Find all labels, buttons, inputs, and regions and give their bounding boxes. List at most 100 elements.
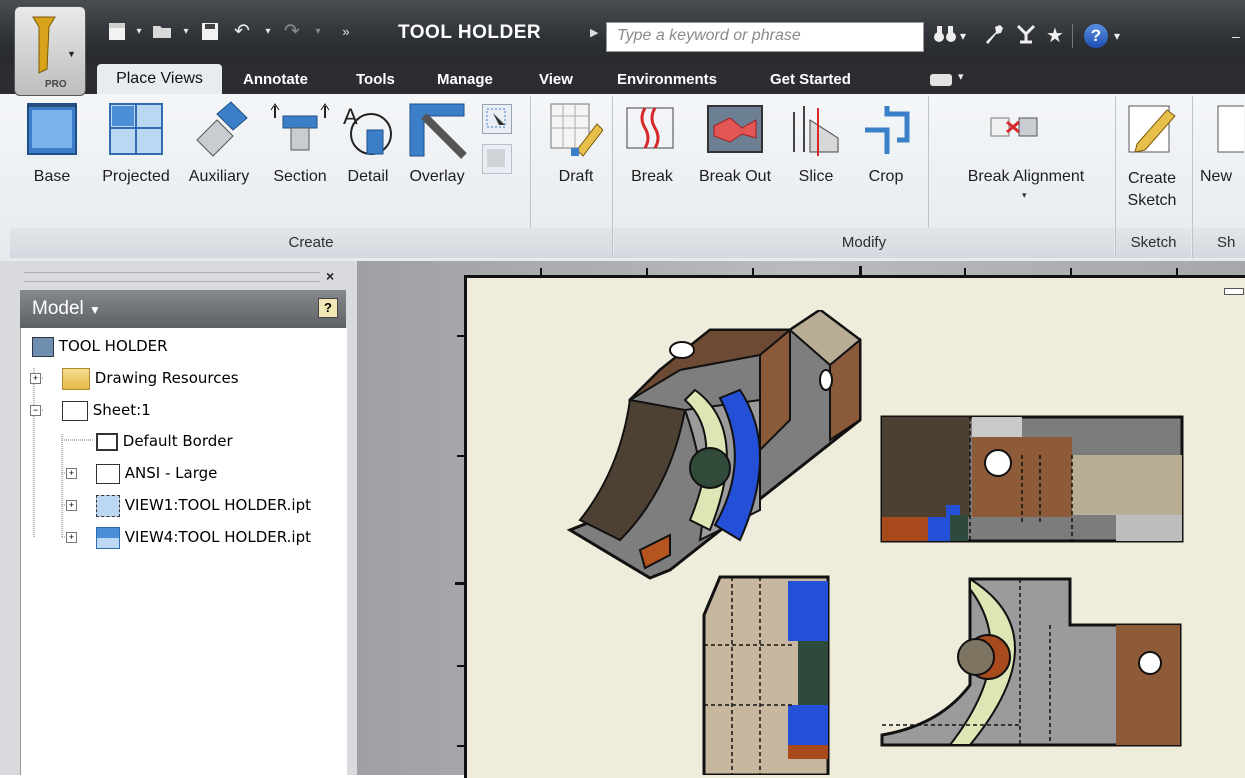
slice-button[interactable]	[788, 100, 844, 165]
tab-annotate[interactable]: Annotate	[243, 66, 308, 94]
tree-item[interactable]: Drawing Resources	[62, 366, 239, 390]
tab-place-views[interactable]: Place Views	[97, 64, 222, 96]
help-icon[interactable]: ?	[1084, 24, 1108, 48]
redo-icon[interactable]: ↷	[280, 20, 304, 44]
draft-view-label: Draft	[558, 168, 594, 185]
draft-view-button[interactable]	[545, 100, 605, 165]
tree-item[interactable]: VIEW1:TOOL HOLDER.ipt	[96, 493, 311, 517]
break-alignment-dropdown-icon[interactable]: ▾	[1022, 190, 1027, 201]
break-button[interactable]	[620, 100, 680, 165]
browser-title-text: Model	[32, 298, 84, 319]
view-select-icon[interactable]	[482, 104, 512, 134]
tree-item[interactable]: Default Border	[96, 429, 233, 453]
undo-icon[interactable]: ↶	[230, 20, 254, 44]
tab-get-started[interactable]: Get Started	[770, 66, 851, 94]
section-view-icon	[270, 103, 330, 151]
more-tools-icon[interactable]: »	[336, 20, 356, 44]
tree-item[interactable]: VIEW4:TOOL HOLDER.ipt	[96, 525, 311, 549]
border-icon	[96, 432, 118, 451]
tab-view[interactable]: View	[539, 66, 573, 94]
browser-title[interactable]: Model ▼	[32, 298, 101, 320]
auxiliary-view-button[interactable]	[185, 100, 255, 165]
tree-item[interactable]: Sheet:1	[62, 398, 151, 422]
crop-icon	[865, 106, 910, 154]
expand-icon[interactable]: +	[66, 500, 77, 511]
tree-lines	[33, 368, 94, 538]
title-block-icon	[96, 463, 120, 484]
view-edit-icon[interactable]	[482, 144, 512, 174]
logo-label: PRO	[45, 79, 67, 90]
tree-item-label: ANSI - Large	[124, 464, 218, 482]
front-section-view[interactable]	[702, 575, 832, 775]
caret-right-icon: ▶	[590, 27, 599, 39]
new-sheet-icon	[1217, 105, 1244, 153]
save-icon[interactable]	[198, 20, 222, 44]
sheets-group-label: Sh	[1193, 228, 1245, 258]
side-section-view[interactable]	[880, 415, 1185, 545]
break-alignment-icon	[990, 117, 1038, 137]
search-dropdown-icon[interactable]: ▾	[960, 22, 966, 50]
section-view-button[interactable]	[268, 100, 332, 165]
slice-icon	[793, 106, 839, 156]
tab-environments[interactable]: Environments	[617, 66, 717, 94]
border-tick	[457, 745, 464, 747]
satellite-icon[interactable]	[1014, 22, 1038, 54]
wrench-icon[interactable]	[982, 22, 1006, 54]
modify-group-label: Modify	[614, 228, 1114, 258]
expand-icon[interactable]: +	[66, 468, 77, 479]
tree-item-label: Drawing Resources	[94, 369, 239, 387]
expand-icon[interactable]: +	[30, 373, 41, 384]
border-tick	[540, 268, 542, 275]
sheet-icon	[62, 400, 88, 421]
minimize-icon[interactable]: –	[1232, 22, 1240, 50]
open-dropdown-icon[interactable]: ▾	[180, 20, 192, 44]
expand-icon[interactable]: +	[66, 532, 77, 543]
iso-section-view[interactable]	[560, 310, 870, 590]
panel-separator	[612, 96, 613, 258]
binoculars-icon[interactable]	[932, 22, 958, 54]
undo-dropdown-icon[interactable]: ▾	[262, 20, 274, 44]
redo-dropdown-icon[interactable]: ▾	[312, 20, 324, 44]
projected-view-button[interactable]	[98, 100, 174, 165]
create-sketch-button[interactable]	[1120, 100, 1184, 165]
top-section-view[interactable]	[880, 575, 1185, 775]
create-sketch-label-line2: Sketch	[1127, 192, 1177, 209]
new-sheet-label: New	[1200, 168, 1233, 185]
break-out-button[interactable]	[700, 100, 770, 165]
overlay-view-button[interactable]	[404, 100, 470, 165]
tree-item[interactable]: TOOL HOLDER	[32, 334, 168, 358]
break-out-label: Break Out	[698, 168, 772, 185]
base-view-button[interactable]	[22, 100, 82, 165]
border-tick	[646, 268, 648, 275]
create-sketch-label: Create Sketch	[1120, 168, 1184, 212]
tab-manage[interactable]: Manage	[437, 66, 493, 94]
new-sheet-button[interactable]	[1204, 100, 1244, 165]
help-dropdown-icon[interactable]: ▾	[1114, 22, 1120, 50]
base-view-icon	[96, 494, 120, 517]
crop-button[interactable]	[856, 100, 916, 165]
open-icon[interactable]	[150, 20, 176, 44]
collapse-icon[interactable]: −	[30, 405, 41, 416]
border-tick	[1176, 268, 1178, 275]
panel-grip[interactable]	[24, 272, 320, 282]
tree-item-label: TOOL HOLDER	[58, 337, 168, 355]
projected-view-icon	[96, 526, 120, 549]
application-menu-button[interactable]: ▼ PRO	[14, 6, 86, 96]
new-dropdown-icon[interactable]: ▾	[133, 20, 145, 44]
overlay-view-label: Overlay	[409, 168, 465, 185]
new-file-icon[interactable]	[105, 20, 129, 44]
camera-dropdown-icon[interactable]: ▾	[958, 70, 964, 83]
star-icon[interactable]: ★	[1046, 22, 1064, 50]
tree-item[interactable]: ANSI - Large	[96, 461, 217, 485]
border-tick	[859, 266, 862, 275]
crop-label: Crop	[868, 168, 904, 185]
tab-tools[interactable]: Tools	[356, 66, 395, 94]
camera-icon[interactable]	[930, 74, 952, 86]
auxiliary-view-label: Auxiliary	[188, 168, 250, 185]
title-block-marker	[1224, 288, 1244, 295]
detail-view-button[interactable]: A	[338, 100, 398, 167]
browser-help-icon[interactable]: ?	[318, 298, 338, 318]
break-alignment-button[interactable]	[984, 112, 1044, 151]
close-icon[interactable]: ×	[326, 268, 334, 284]
search-input[interactable]: Type a keyword or phrase	[606, 22, 924, 52]
